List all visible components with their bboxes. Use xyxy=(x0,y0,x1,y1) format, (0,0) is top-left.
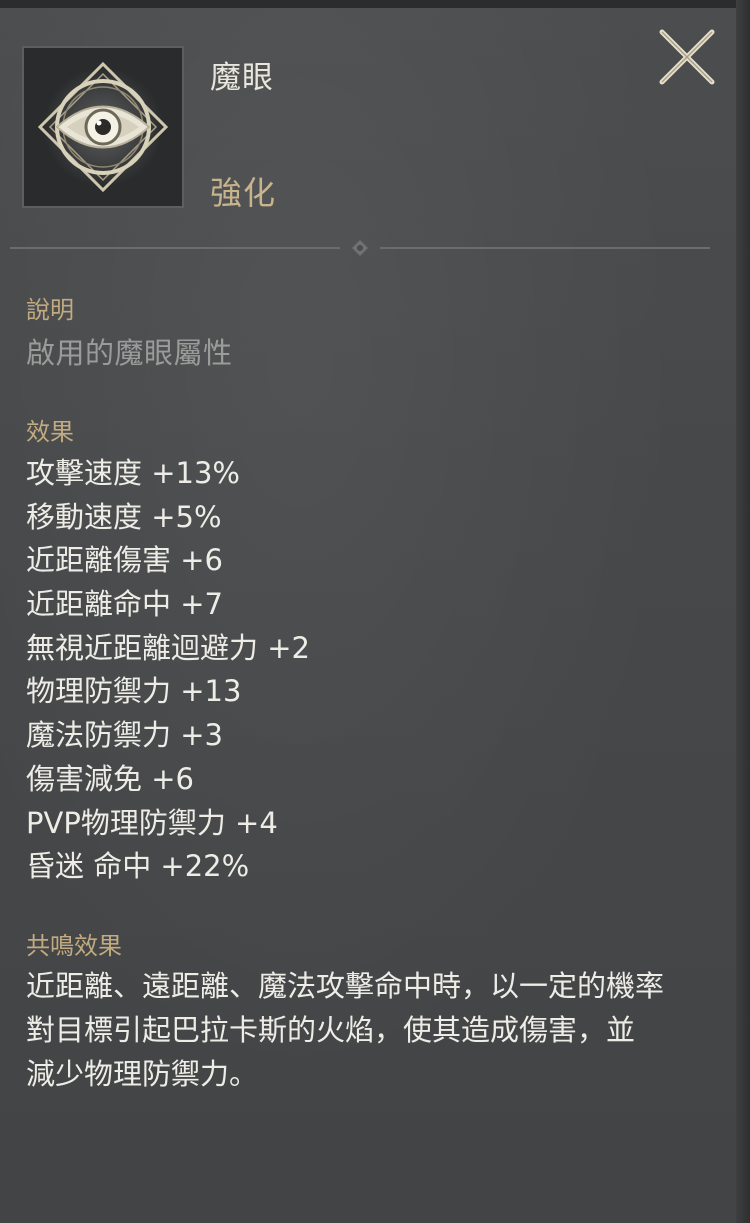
top-edge xyxy=(0,0,750,8)
resonance-text: 近距離、遠距離、魔法攻擊命中時，以一定的機率 對目標引起巴拉卡斯的火焰，使其造成… xyxy=(26,964,726,1096)
effect-line: 傷害減免 +6 xyxy=(26,761,194,796)
close-x-icon xyxy=(659,29,715,85)
effect-line: 昏迷 命中 +22% xyxy=(26,849,250,884)
effects-label: 效果 xyxy=(26,418,74,446)
description-label: 說明 xyxy=(26,296,74,324)
item-icon-frame xyxy=(22,46,184,208)
effect-line: 物理防禦力 +13 xyxy=(26,674,242,709)
resonance-line: 對目標引起巴拉卡斯的火焰，使其造成傷害，並 xyxy=(26,1013,636,1047)
evil-eye-icon xyxy=(37,61,169,193)
effect-line: 魔法防禦力 +3 xyxy=(26,718,223,753)
item-name: 魔眼 xyxy=(210,60,274,96)
effect-line: 無視近距離迴避力 +2 xyxy=(26,630,310,665)
right-edge xyxy=(736,0,750,1223)
header-divider xyxy=(10,240,710,256)
effect-line: 攻擊速度 +13% xyxy=(26,456,240,490)
effects-list: 攻擊速度 +13% 移動速度 +5% 近距離傷害 +6 近距離命中 +7 無視近… xyxy=(26,452,310,889)
resonance-line: 近距離、遠距離、魔法攻擊命中時，以一定的機率 xyxy=(26,969,665,1003)
effect-line: 移動速度 +5% xyxy=(26,499,222,534)
effect-line: 近距離傷害 +6 xyxy=(26,543,223,578)
resonance-line: 減少物理防禦力。 xyxy=(26,1057,259,1091)
item-type: 強化 xyxy=(210,174,277,212)
resonance-label: 共鳴效果 xyxy=(26,932,122,960)
close-button[interactable] xyxy=(654,24,720,90)
effect-line: 近距離命中 +7 xyxy=(26,587,223,622)
description-text: 啟用的魔眼屬性 xyxy=(26,336,233,370)
effect-line: PVP物理防禦力 +4 xyxy=(26,805,278,840)
item-tooltip-panel: 魔眼 強化 說明 啟用的魔眼屬性 效果 攻擊速度 +13% 移動速度 +5% 近… xyxy=(0,0,750,1223)
